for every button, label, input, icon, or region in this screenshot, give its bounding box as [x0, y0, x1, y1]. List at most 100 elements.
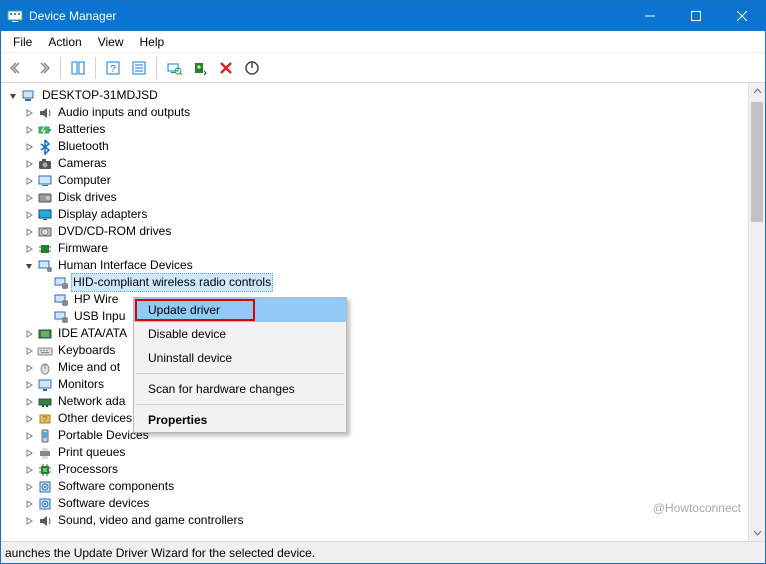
toolbar: ? — [1, 53, 765, 83]
context-menu-item[interactable]: Disable device — [134, 322, 346, 346]
menu-help[interactable]: Help — [132, 33, 173, 51]
root-node[interactable]: DESKTOP-31MDJSD — [3, 87, 765, 104]
category-item[interactable]: Network ada — [3, 393, 765, 410]
device-item[interactable]: HP Wire — [3, 291, 765, 308]
hid-icon — [37, 258, 53, 274]
titlebar: Device Manager — [1, 1, 765, 31]
maximize-button[interactable] — [673, 1, 719, 31]
category-item[interactable]: Monitors — [3, 376, 765, 393]
software-icon — [37, 479, 53, 495]
category-item[interactable]: Portable Devices — [3, 427, 765, 444]
computer-root-icon — [21, 88, 37, 104]
tree-item-label: HP Wire — [73, 291, 119, 308]
expander-icon[interactable] — [23, 345, 35, 357]
expander-icon[interactable] — [23, 243, 35, 255]
category-item-expanded[interactable]: Human Interface Devices — [3, 257, 765, 274]
sound-icon — [37, 513, 53, 529]
expander-icon[interactable] — [23, 464, 35, 476]
update-driver-button[interactable] — [188, 56, 212, 80]
properties-button[interactable] — [127, 56, 151, 80]
expander-icon — [39, 294, 51, 306]
expander-icon[interactable] — [23, 107, 35, 119]
category-item[interactable]: Bluetooth — [3, 138, 765, 155]
expander-icon[interactable] — [23, 396, 35, 408]
category-item[interactable]: Batteries — [3, 121, 765, 138]
scan-hardware-button[interactable] — [162, 56, 186, 80]
menu-file[interactable]: File — [5, 33, 40, 51]
monitor-icon — [37, 377, 53, 393]
expander-icon[interactable] — [23, 226, 35, 238]
computer-icon — [37, 173, 53, 189]
expander-icon[interactable] — [23, 430, 35, 442]
forward-button[interactable] — [31, 56, 55, 80]
category-item[interactable]: Sound, video and game controllers — [3, 512, 765, 529]
watermark: @Howtoconnect — [653, 501, 741, 515]
expander-icon[interactable] — [23, 209, 35, 221]
svg-text:?: ? — [43, 415, 48, 424]
context-menu-item[interactable]: Scan for hardware changes — [134, 377, 346, 401]
expander-icon[interactable] — [23, 413, 35, 425]
category-item[interactable]: Computer — [3, 172, 765, 189]
dvd-icon — [37, 224, 53, 240]
hid-item-icon — [53, 275, 69, 291]
expander-icon[interactable] — [23, 379, 35, 391]
category-item[interactable]: ?Other devices — [3, 410, 765, 427]
svg-text:?: ? — [110, 64, 116, 75]
category-item[interactable]: Software devices — [3, 495, 765, 512]
category-item[interactable]: Disk drives — [3, 189, 765, 206]
back-button[interactable] — [5, 56, 29, 80]
tree-item-label: Bluetooth — [57, 138, 110, 155]
content-area: DESKTOP-31MDJSDAudio inputs and outputsB… — [1, 83, 765, 541]
category-item[interactable]: Mice and ot — [3, 359, 765, 376]
expander-icon[interactable] — [23, 481, 35, 493]
category-item[interactable]: Display adapters — [3, 206, 765, 223]
expander-icon[interactable] — [23, 260, 35, 272]
disable-button[interactable] — [240, 56, 264, 80]
expander-icon[interactable] — [23, 192, 35, 204]
camera-icon — [37, 156, 53, 172]
context-menu-item[interactable]: Update driver — [134, 298, 346, 322]
expander-icon[interactable] — [23, 515, 35, 527]
help-button[interactable]: ? — [101, 56, 125, 80]
vertical-scrollbar[interactable] — [748, 83, 765, 541]
scroll-thumb[interactable] — [751, 102, 763, 222]
scroll-down-button[interactable] — [749, 524, 765, 541]
category-item[interactable]: Processors — [3, 461, 765, 478]
scroll-up-button[interactable] — [749, 83, 765, 100]
tree-item-label: Processors — [57, 461, 119, 478]
show-hide-tree-button[interactable] — [66, 56, 90, 80]
category-item[interactable]: Firmware — [3, 240, 765, 257]
menu-view[interactable]: View — [90, 33, 132, 51]
portable-icon — [37, 428, 53, 444]
context-menu-item[interactable]: Properties — [134, 408, 346, 432]
mouse-icon — [37, 360, 53, 376]
category-item[interactable]: Software components — [3, 478, 765, 495]
expander-icon[interactable] — [23, 362, 35, 374]
menu-action[interactable]: Action — [40, 33, 89, 51]
device-item[interactable]: USB Inpu — [3, 308, 765, 325]
expander-icon[interactable] — [23, 498, 35, 510]
category-item[interactable]: Audio inputs and outputs — [3, 104, 765, 121]
context-menu-item[interactable]: Uninstall device — [134, 346, 346, 370]
category-item[interactable]: Print queues — [3, 444, 765, 461]
category-item[interactable]: IDE ATA/ATA — [3, 325, 765, 342]
expander-icon[interactable] — [23, 141, 35, 153]
uninstall-button[interactable] — [214, 56, 238, 80]
category-item[interactable]: DVD/CD-ROM drives — [3, 223, 765, 240]
device-tree[interactable]: DESKTOP-31MDJSDAudio inputs and outputsB… — [1, 83, 765, 541]
expander-icon[interactable] — [23, 175, 35, 187]
category-item[interactable]: Cameras — [3, 155, 765, 172]
close-button[interactable] — [719, 1, 765, 31]
expander-icon[interactable] — [23, 124, 35, 136]
speaker-icon — [37, 105, 53, 121]
expander-icon[interactable] — [7, 90, 19, 102]
tree-item-label: Monitors — [57, 376, 105, 393]
category-item[interactable]: Keyboards — [3, 342, 765, 359]
expander-icon[interactable] — [23, 447, 35, 459]
device-item[interactable]: HID-compliant wireless radio controls — [3, 274, 765, 291]
network-icon — [37, 394, 53, 410]
expander-icon[interactable] — [23, 158, 35, 170]
minimize-button[interactable] — [627, 1, 673, 31]
tree-item-label: DVD/CD-ROM drives — [57, 223, 172, 240]
expander-icon[interactable] — [23, 328, 35, 340]
